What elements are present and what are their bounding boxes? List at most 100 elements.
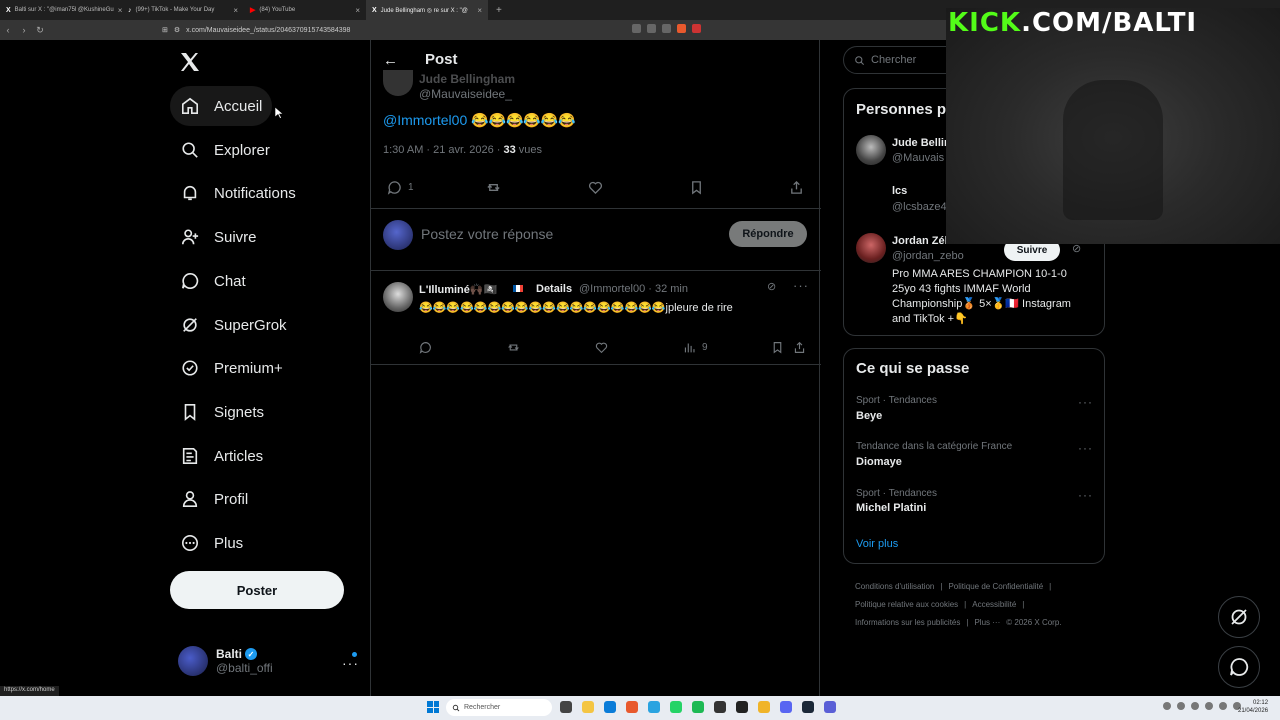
sidebar-item-plus[interactable]: Plus <box>170 523 253 563</box>
app-icon[interactable] <box>758 701 770 713</box>
sidebar-item-explorer[interactable]: Explorer <box>170 130 280 170</box>
footer-more-link[interactable]: Plus ··· <box>974 618 1000 627</box>
trend-name[interactable]: Diomaye <box>856 456 902 468</box>
views-action[interactable]: 9 <box>683 341 708 354</box>
extension-icon[interactable] <box>692 24 701 33</box>
like-action[interactable] <box>595 341 608 354</box>
trend-more-icon[interactable]: ··· <box>1078 395 1093 409</box>
suggestion-name[interactable]: lcs <box>892 185 907 197</box>
x-logo-icon[interactable] <box>178 50 202 74</box>
site-info-icon[interactable]: ⚙ <box>174 26 180 34</box>
reply-action[interactable] <box>419 341 432 354</box>
tray-icon[interactable] <box>1163 702 1171 710</box>
browser-tab[interactable]: ▶ (84) YouTube × <box>244 0 366 20</box>
brave-icon[interactable] <box>626 701 638 713</box>
brave-shield-icon[interactable] <box>677 24 686 33</box>
repost-action[interactable] <box>507 341 520 354</box>
tray-icon[interactable] <box>1191 702 1199 710</box>
more-options-icon[interactable]: ··· <box>793 278 809 293</box>
discord-icon[interactable] <box>780 701 792 713</box>
store-icon[interactable] <box>604 701 616 713</box>
browser-tab[interactable]: ♪ (99+) TikTok - Make Your Day × <box>122 0 244 20</box>
trend-more-icon[interactable]: ··· <box>1078 441 1093 455</box>
extension-icon[interactable] <box>647 24 656 33</box>
notion-icon[interactable] <box>736 701 748 713</box>
repost-action[interactable] <box>486 180 501 195</box>
mute-icon[interactable]: ⊘ <box>767 280 776 293</box>
file-explorer-icon[interactable] <box>582 701 594 713</box>
sidebar-item-articles[interactable]: Articles <box>170 436 273 476</box>
footer-link[interactable]: Politique relative aux cookies <box>855 600 958 609</box>
wifi-icon[interactable] <box>1205 702 1213 710</box>
avatar[interactable] <box>856 135 886 165</box>
bookmark-page-icon[interactable]: ⊞ <box>162 26 168 34</box>
telegram-icon[interactable] <box>648 701 660 713</box>
footer-link[interactable]: Accessibilité <box>972 600 1016 609</box>
like-action[interactable] <box>588 180 603 195</box>
bookmark-action[interactable] <box>689 180 704 195</box>
taskbar-clock[interactable]: 02:12 21/04/2026 <box>1238 699 1268 715</box>
browser-tab-active[interactable]: X Jude Bellingham ◎ re sur X : "@ × <box>366 0 488 20</box>
see-more-link[interactable]: Voir plus <box>856 538 898 550</box>
tray-icon[interactable] <box>1177 702 1185 710</box>
reply-details-label[interactable]: Details <box>536 283 572 295</box>
trend-name[interactable]: Michel Platini <box>856 502 926 514</box>
capcut-icon[interactable] <box>714 701 726 713</box>
spotify-icon[interactable] <box>692 701 704 713</box>
sidebar-item-profil[interactable]: Profil <box>170 479 258 519</box>
reply-action[interactable]: 1 <box>387 180 414 195</box>
whatsapp-icon[interactable] <box>670 701 682 713</box>
avatar[interactable] <box>383 70 413 96</box>
avatar[interactable] <box>383 282 413 312</box>
sidebar-item-suivre[interactable]: Suivre <box>170 217 267 257</box>
footer-link[interactable]: Conditions d'utilisation <box>855 582 934 591</box>
suggestion-name[interactable]: Jordan Zéb <box>892 235 951 247</box>
share-action[interactable] <box>793 341 806 354</box>
suggestion-name[interactable]: Jude Bellin <box>892 137 951 149</box>
reply-button[interactable]: Répondre <box>729 221 807 247</box>
share-action[interactable] <box>789 180 804 195</box>
sidebar-item-chat[interactable]: Chat <box>170 261 256 301</box>
sidebar-item-premium[interactable]: Premium+ <box>170 348 293 388</box>
sidebar-item-signets[interactable]: Signets <box>170 392 274 432</box>
account-more-icon[interactable]: ··· <box>342 655 359 671</box>
reply-author-name[interactable]: L'Illuminé🙌🏿🏴‍☠️ <box>419 283 497 296</box>
messages-floating-button[interactable] <box>1218 646 1260 688</box>
windows-start-icon[interactable] <box>427 701 439 713</box>
reload-icon[interactable]: ↻ <box>32 25 48 36</box>
sidebar-item-supergrok[interactable]: SuperGrok <box>170 305 297 345</box>
original-post-text: @Immortel00 😂😂😂😂😂😂 <box>383 112 576 129</box>
post-button[interactable]: Poster <box>170 571 344 609</box>
account-switcher[interactable]: Balti ✓ @balti_offi <box>178 646 273 676</box>
forward-icon[interactable]: › <box>16 25 32 35</box>
sidebar-item-accueil[interactable]: Accueil <box>170 86 273 126</box>
trend-name[interactable]: Beye <box>856 410 882 422</box>
original-author-name[interactable]: Jude Bellingham <box>419 72 515 86</box>
new-tab-button[interactable]: + <box>488 5 510 16</box>
extension-icon[interactable] <box>662 24 671 33</box>
bookmark-action[interactable] <box>771 341 784 354</box>
post-time[interactable]: 1:30 AM · 21 avr. 2026 · <box>383 144 503 156</box>
avatar[interactable] <box>856 233 886 263</box>
close-icon[interactable]: × <box>477 6 482 15</box>
taskbar-search[interactable]: Rechercher <box>446 699 552 716</box>
sidebar-item-notifications[interactable]: Notifications <box>170 173 306 213</box>
steam-icon[interactable] <box>802 701 814 713</box>
footer-link[interactable]: Informations sur les publicités <box>855 618 960 627</box>
extension-icon[interactable] <box>632 24 641 33</box>
reply-author-handle[interactable]: @Immortel00 · 32 min <box>579 283 688 295</box>
close-icon[interactable]: × <box>233 6 238 15</box>
trend-more-icon[interactable]: ··· <box>1078 488 1093 502</box>
app-icon[interactable] <box>824 701 836 713</box>
back-icon[interactable]: ‹ <box>0 25 16 35</box>
task-view-icon[interactable] <box>560 701 572 713</box>
original-author-handle[interactable]: @Mauvaiseidee_ <box>419 87 512 101</box>
footer-link[interactable]: Politique de Confidentialité <box>948 582 1043 591</box>
back-arrow-icon[interactable]: ← <box>383 52 398 69</box>
grok-floating-button[interactable] <box>1218 596 1260 638</box>
volume-icon[interactable] <box>1219 702 1227 710</box>
close-icon[interactable]: × <box>355 6 360 15</box>
reply-input[interactable]: Postez votre réponse <box>421 226 553 242</box>
mention-link[interactable]: @Immortel00 <box>383 112 467 128</box>
browser-tab[interactable]: X Balti sur X : "@iman75l @KushineGu × <box>0 0 122 20</box>
